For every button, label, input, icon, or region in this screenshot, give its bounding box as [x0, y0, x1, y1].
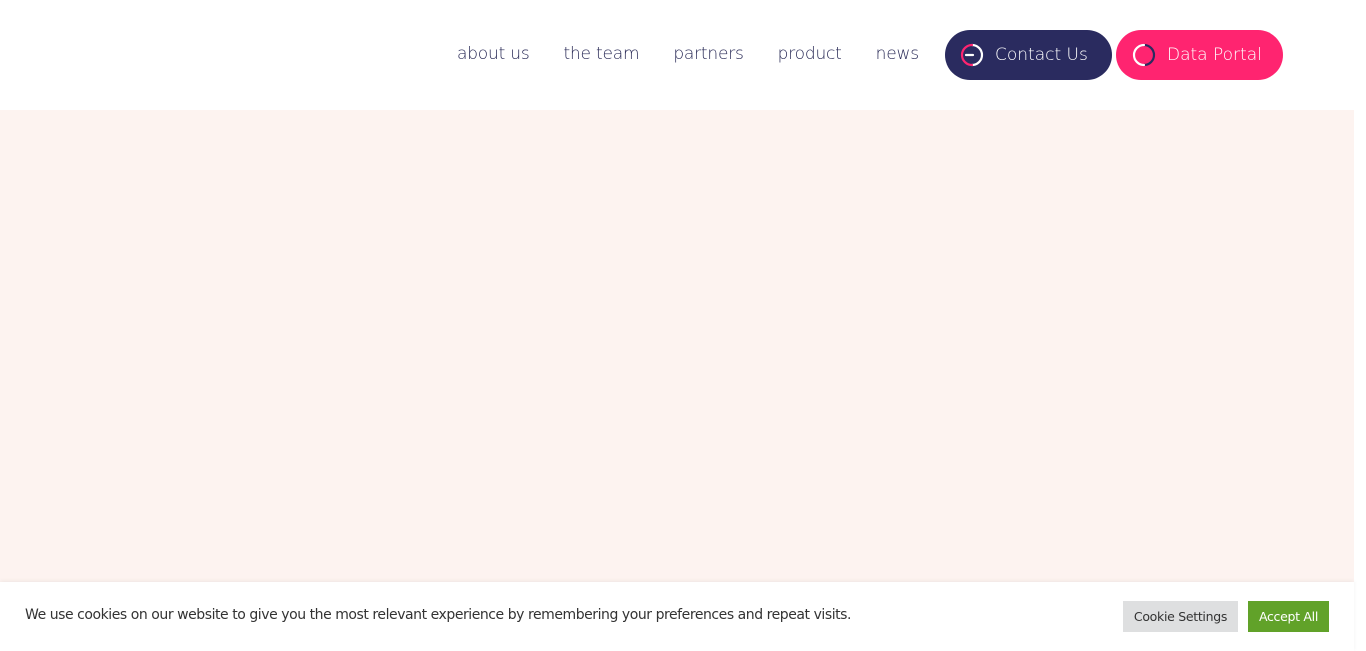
nav-link-partners[interactable]: partners — [673, 40, 744, 68]
data-portal-button[interactable]: Data Portal — [1116, 30, 1283, 80]
cookie-settings-button[interactable]: Cookie Settings — [1123, 601, 1238, 632]
nav-link-news[interactable]: news — [876, 40, 919, 68]
nav-link-about-us[interactable]: about us — [457, 40, 530, 68]
contact-us-label: Contact Us — [995, 45, 1088, 65]
data-portal-label: Data Portal — [1167, 45, 1262, 65]
scrollbar-track[interactable] — [1354, 0, 1366, 651]
power-icon — [1131, 42, 1157, 68]
nav-link-product[interactable]: product — [778, 40, 842, 68]
contact-us-button[interactable]: Contact Us — [945, 30, 1112, 80]
power-icon — [959, 42, 985, 68]
site-header: about us the team partners product news … — [0, 0, 1354, 110]
cookie-message: We use cookies on our website to give yo… — [25, 607, 852, 623]
cookie-consent-bar: We use cookies on our website to give yo… — [0, 582, 1354, 651]
nav-link-the-team[interactable]: the team — [564, 40, 640, 68]
accept-all-button[interactable]: Accept All — [1248, 601, 1329, 632]
main-nav: about us the team partners product news — [457, 40, 919, 68]
